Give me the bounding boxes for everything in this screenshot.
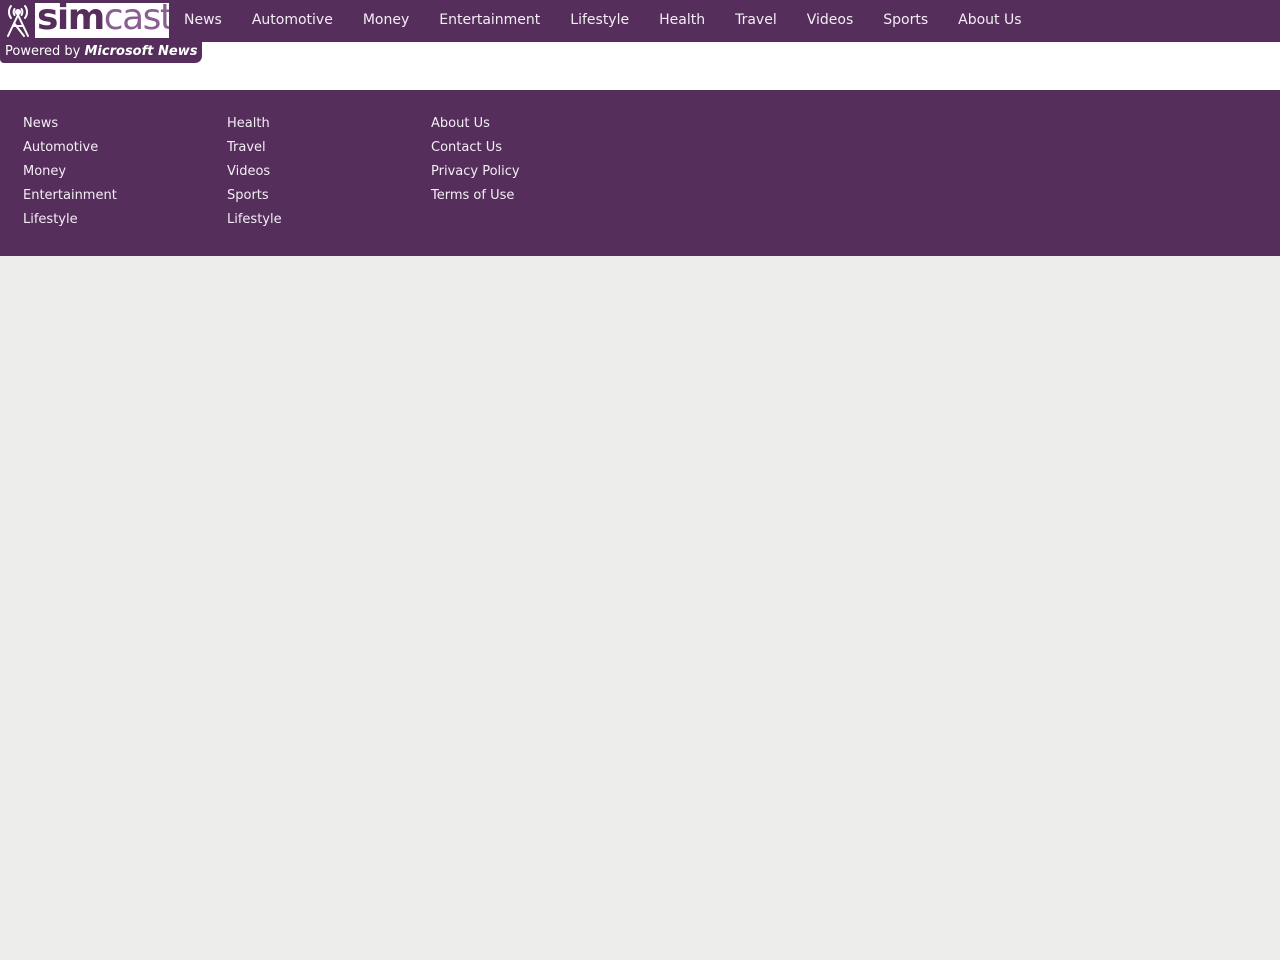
nav-item-news[interactable]: News [169, 0, 237, 42]
footer-link-money[interactable]: Money [23, 162, 117, 186]
footer-link-privacy-policy[interactable]: Privacy Policy [431, 162, 520, 186]
nav-item-entertainment[interactable]: Entertainment [424, 0, 555, 42]
footer-link-travel[interactable]: Travel [227, 138, 282, 162]
footer-link-about-us[interactable]: About Us [431, 114, 520, 138]
footer-column-more-sections: Health Travel Videos Sports Lifestyle [227, 114, 282, 234]
logo-wordmark-sim: sim [37, 3, 105, 38]
powered-by-prefix: Powered by [5, 44, 81, 59]
nav-item-automotive[interactable]: Automotive [237, 0, 348, 42]
simcast-logo[interactable]: simcast [3, 3, 169, 38]
top-navigation-bar: simcast News Automotive Money Entertainm… [0, 0, 1280, 42]
footer-link-contact-us[interactable]: Contact Us [431, 138, 520, 162]
nav-item-money[interactable]: Money [348, 0, 424, 42]
nav-item-health[interactable]: Health [644, 0, 720, 42]
radio-tower-icon [7, 5, 29, 37]
footer-link-entertainment[interactable]: Entertainment [23, 186, 117, 210]
nav-item-travel[interactable]: Travel [720, 0, 792, 42]
nav-item-about-us[interactable]: About Us [943, 0, 1036, 42]
footer-link-lifestyle-2[interactable]: Lifestyle [227, 210, 282, 234]
nav-item-lifestyle[interactable]: Lifestyle [555, 0, 644, 42]
logo-wordmark: simcast [37, 3, 169, 38]
powered-by-brand: Microsoft News [84, 44, 198, 59]
footer-link-terms-of-use[interactable]: Terms of Use [431, 186, 520, 210]
footer-link-news[interactable]: News [23, 114, 117, 138]
logo-wordmark-box: simcast [35, 3, 169, 38]
nav-item-videos[interactable]: Videos [792, 0, 869, 42]
footer-link-health[interactable]: Health [227, 114, 282, 138]
footer-column-sections: News Automotive Money Entertainment Life… [23, 114, 117, 234]
logo-wordmark-cast: cast [103, 3, 169, 38]
nav-item-sports[interactable]: Sports [868, 0, 943, 42]
footer-link-sports[interactable]: Sports [227, 186, 282, 210]
footer-column-company: About Us Contact Us Privacy Policy Terms… [431, 114, 520, 210]
main-nav: News Automotive Money Entertainment Life… [169, 0, 1037, 42]
footer-link-lifestyle[interactable]: Lifestyle [23, 210, 117, 234]
footer-link-automotive[interactable]: Automotive [23, 138, 117, 162]
footer: News Automotive Money Entertainment Life… [0, 90, 1280, 256]
footer-link-videos[interactable]: Videos [227, 162, 282, 186]
powered-by-badge: Powered by Microsoft News [0, 42, 203, 63]
